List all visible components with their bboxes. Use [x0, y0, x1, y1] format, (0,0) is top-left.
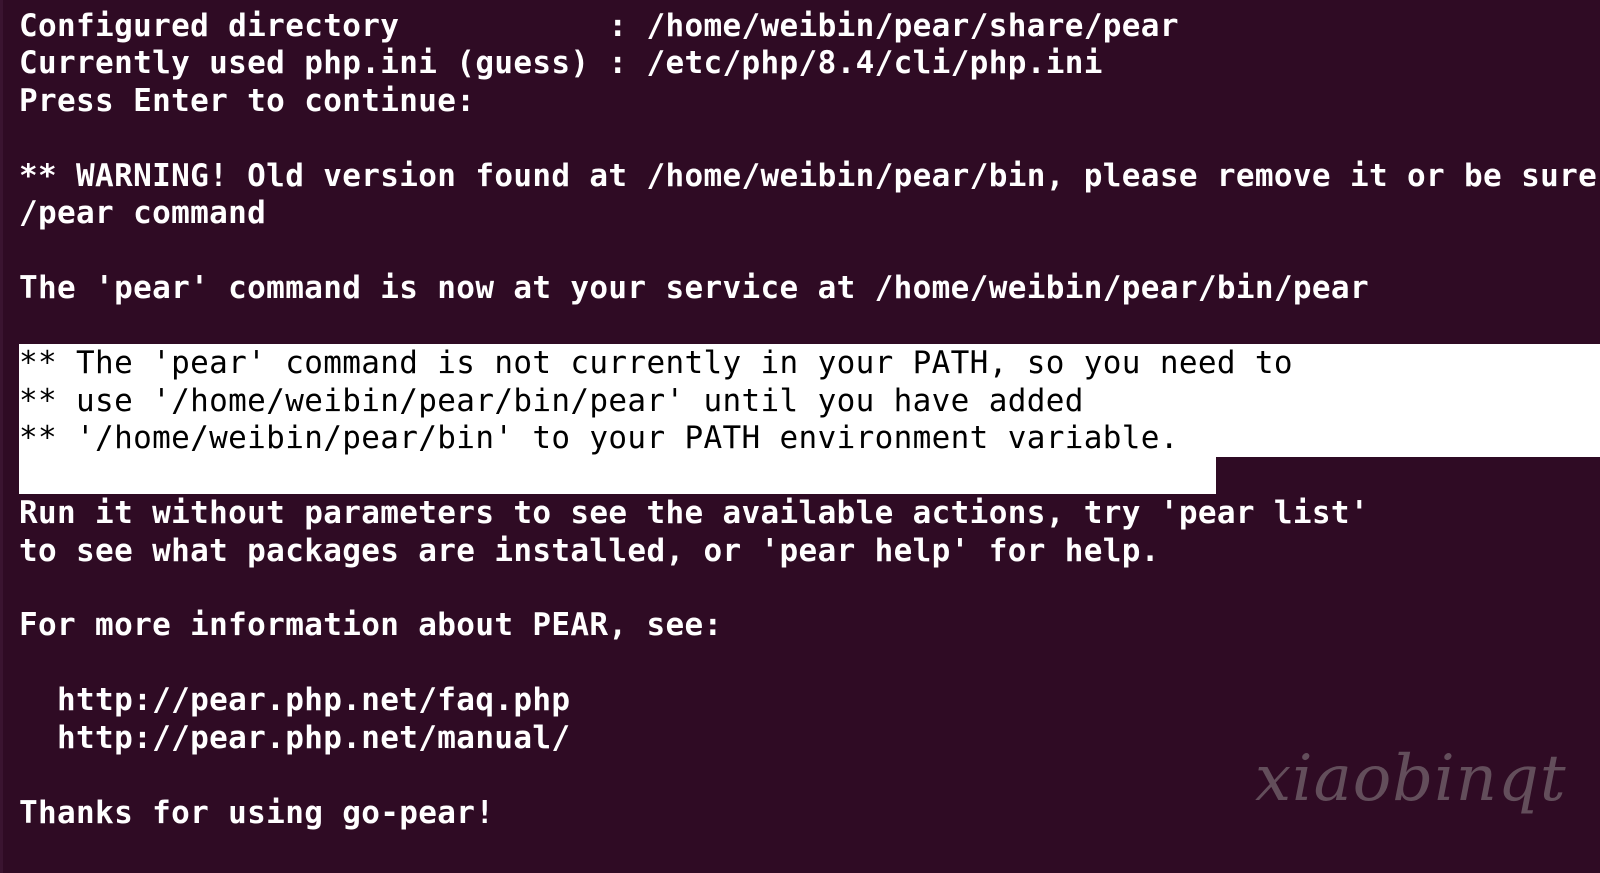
window-edge [0, 0, 3, 873]
selected-line: ** '/home/weibin/pear/bin' to your PATH … [19, 420, 1179, 456]
watermark: xiaobinqt [1255, 742, 1567, 816]
terminal-line: ** WARNING! Old version found at /home/w… [19, 158, 1598, 194]
terminal-line: to see what packages are installed, or '… [19, 533, 1160, 569]
terminal-window[interactable]: Configured directory : /home/weibin/pear… [0, 0, 1600, 873]
url-line: http://pear.php.net/faq.php [19, 682, 571, 718]
terminal-line: For more information about PEAR, see: [19, 607, 723, 643]
terminal-line: Currently used php.ini (guess) : /etc/ph… [19, 45, 1103, 81]
terminal-line: Configured directory : /home/weibin/pear… [19, 8, 1179, 44]
terminal-line: Thanks for using go-pear! [19, 795, 495, 831]
terminal-line: /pear command [19, 195, 267, 231]
terminal-line: Run it without parameters to see the ava… [19, 495, 1369, 531]
terminal-line: The 'pear' command is now at your servic… [19, 270, 1369, 306]
selected-line: ** The 'pear' command is not currently i… [19, 345, 1293, 381]
url-line: http://pear.php.net/manual/ [19, 720, 571, 756]
selected-line: ** use '/home/weibin/pear/bin/pear' unti… [19, 383, 1084, 419]
selection-highlight-tail [19, 457, 1216, 494]
terminal-line: Press Enter to continue: [19, 83, 476, 119]
